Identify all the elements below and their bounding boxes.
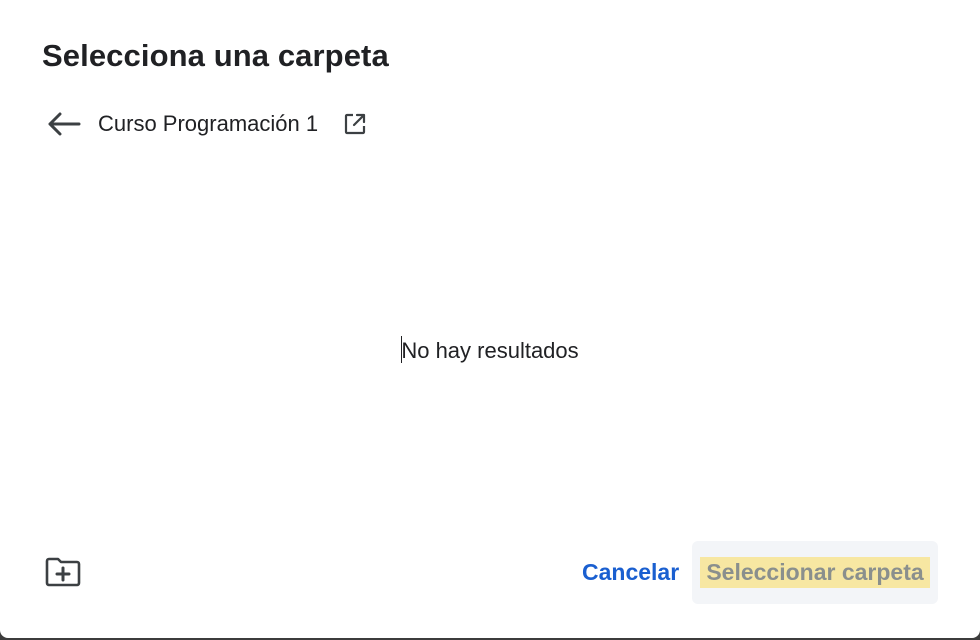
current-folder-name: Curso Programación 1 — [98, 111, 319, 136]
empty-results-text: No hay resultados — [401, 338, 579, 363]
open-folder-new-window-button[interactable] — [340, 109, 370, 139]
create-new-folder-icon — [45, 557, 81, 587]
cancel-button[interactable]: Cancelar — [570, 552, 691, 592]
new-folder-button[interactable] — [40, 552, 86, 592]
select-folder-dialog: Selecciona una carpeta Curso Programació… — [0, 0, 980, 638]
back-button[interactable] — [40, 104, 86, 144]
arrow-back-icon — [48, 112, 81, 136]
empty-results-message: No hay resultados — [0, 336, 980, 364]
dialog-title: Selecciona una carpeta — [42, 38, 389, 73]
open-in-new-icon — [345, 113, 366, 135]
select-folder-button[interactable]: Seleccionar carpeta — [692, 541, 938, 604]
folder-nav-row: Curso Programación 1 — [40, 104, 370, 144]
select-folder-label: Seleccionar carpeta — [700, 557, 930, 588]
